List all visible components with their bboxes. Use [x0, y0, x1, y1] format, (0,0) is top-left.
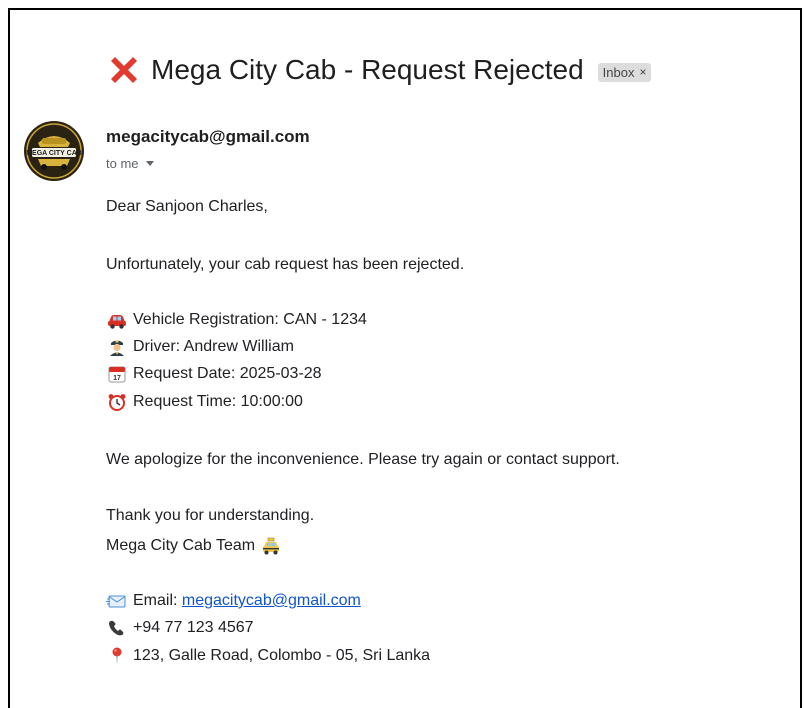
inbox-label-chip[interactable]: Inbox ×	[597, 62, 652, 82]
request-time-text: Request Time: 10:00:00	[133, 393, 303, 410]
contact-email-line: Email: megacitycab@gmail.com	[106, 591, 361, 611]
thanks-message: Thank you for understanding.	[106, 507, 315, 524]
recipient-details-toggle[interactable]: to me	[106, 156, 154, 171]
signoff-line: Mega City Cab Team	[106, 536, 282, 556]
remove-label-button[interactable]: ×	[639, 65, 646, 79]
greeting: Dear Sanjoon Charles,	[106, 198, 268, 215]
alarm-clock-icon	[108, 394, 126, 411]
sender-email[interactable]: megacitycab@gmail.com	[106, 127, 310, 147]
cross-mark-icon	[111, 57, 137, 83]
mega-city-cab-logo: MEGA CITY CAB	[25, 122, 83, 180]
envelope-icon	[106, 595, 126, 608]
apology-message: We apologize for the inconvenience. Plea…	[106, 451, 620, 468]
driver-text: Driver: Andrew William	[133, 338, 294, 355]
vehicle-registration-line: Vehicle Registration: CAN - 1234	[106, 310, 367, 330]
avatar-logo-text: MEGA CITY CAB	[26, 150, 82, 157]
driver-line: Driver: Andrew William	[106, 337, 294, 357]
email-link[interactable]: megacitycab@gmail.com	[182, 592, 361, 610]
phone-line: +94 77 123 4567	[106, 618, 254, 638]
request-date-line: 17 Request Date: 2025-03-28	[106, 364, 322, 384]
email-label: Email:	[133, 592, 182, 609]
svg-text:17: 17	[113, 375, 121, 382]
sender-avatar[interactable]: MEGA CITY CAB	[24, 121, 84, 181]
location-pin-icon	[112, 647, 122, 665]
calendar-icon: 17	[108, 366, 126, 383]
inbox-label-text: Inbox	[602, 64, 635, 80]
request-time-line: Request Time: 10:00:00	[106, 392, 303, 412]
car-icon	[108, 315, 126, 329]
request-date-text: Request Date: 2025-03-28	[133, 365, 322, 382]
taxi-icon	[263, 537, 280, 555]
driver-icon	[110, 340, 124, 356]
vehicle-registration-text: Vehicle Registration: CAN - 1234	[133, 311, 367, 328]
subject-row: Mega City Cab - Request Rejected Inbox ×	[106, 52, 652, 88]
recipient-text: to me	[106, 156, 139, 171]
rejection-message: Unfortunately, your cab request has been…	[106, 256, 465, 273]
address-line: 123, Galle Road, Colombo - 05, Sri Lanka	[106, 646, 430, 666]
phone-icon	[109, 620, 124, 636]
email-subject: Mega City Cab - Request Rejected	[151, 54, 584, 85]
signoff-text: Mega City Cab Team	[106, 537, 256, 554]
address-text: 123, Galle Road, Colombo - 05, Sri Lanka	[133, 647, 431, 664]
chevron-down-icon	[145, 161, 154, 166]
phone-text: +94 77 123 4567	[133, 619, 254, 636]
